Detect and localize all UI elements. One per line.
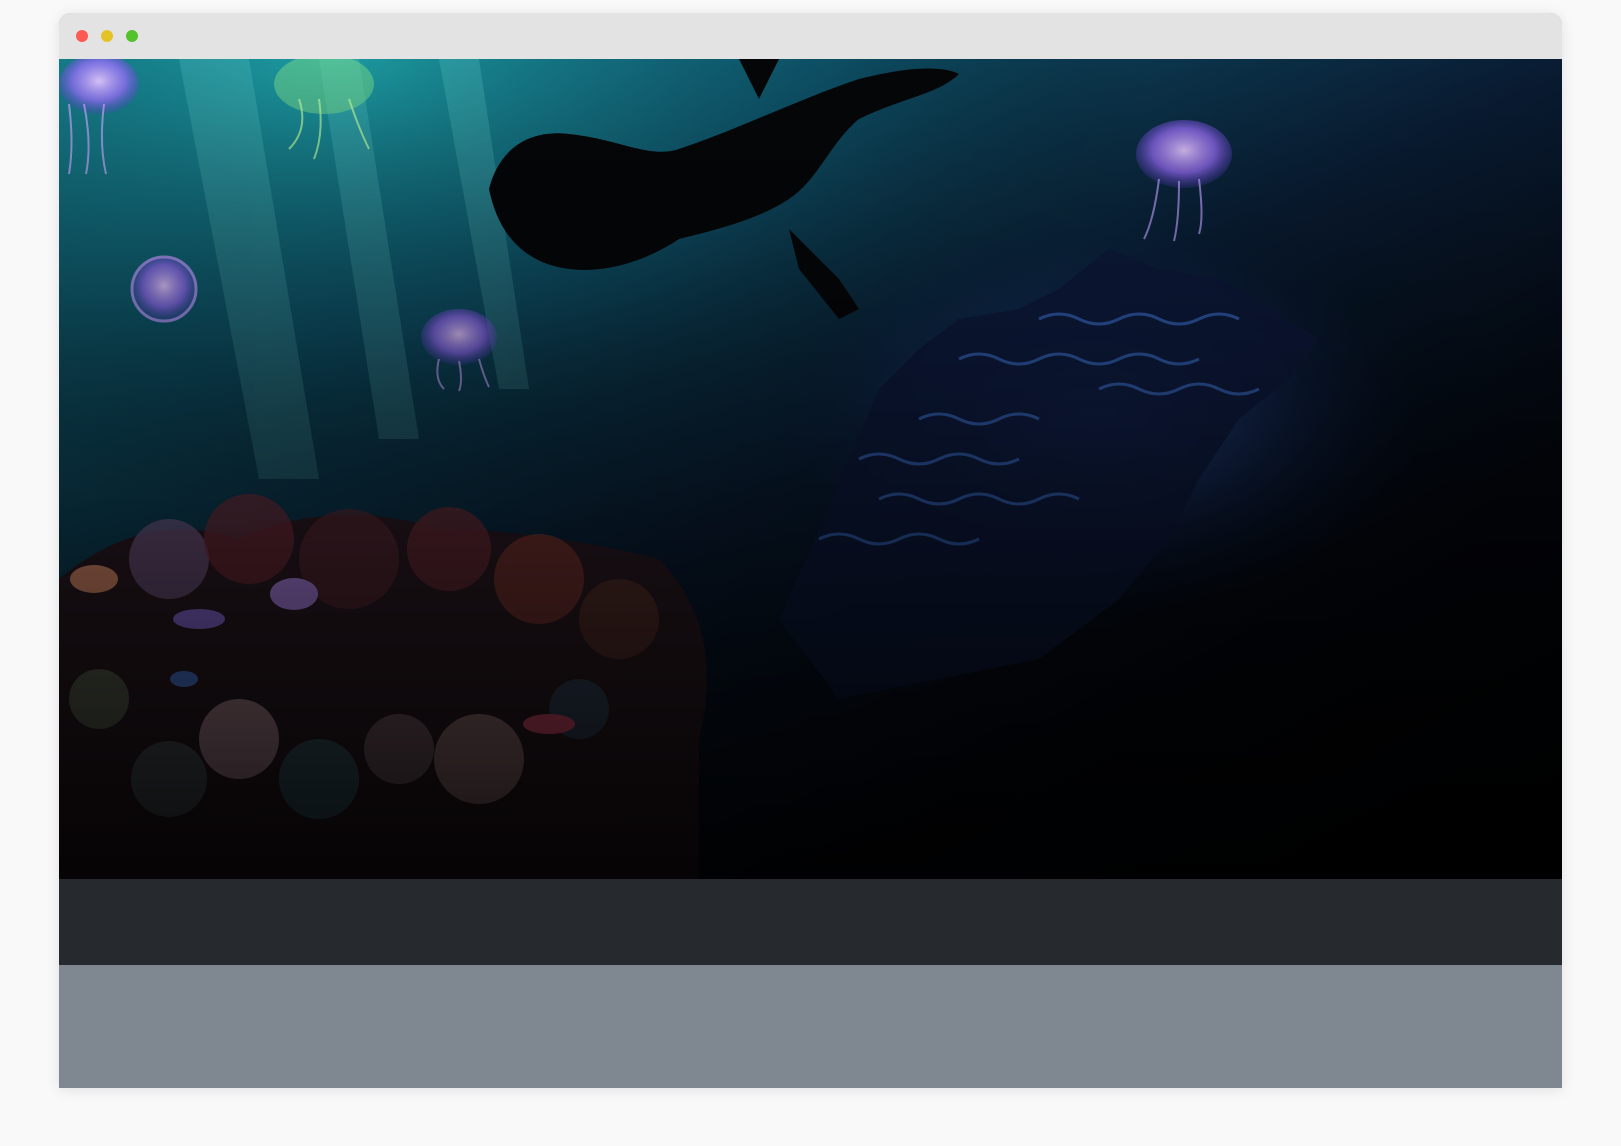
minimize-window-button[interactable]	[101, 30, 113, 42]
hero-underwater-image	[59, 59, 1562, 879]
dark-content-band	[59, 879, 1562, 965]
maximize-window-button[interactable]	[126, 30, 138, 42]
grey-content-band	[59, 965, 1562, 1088]
underwater-illustration	[59, 59, 1562, 879]
browser-window	[59, 13, 1562, 1088]
window-titlebar	[59, 13, 1562, 59]
close-window-button[interactable]	[76, 30, 88, 42]
